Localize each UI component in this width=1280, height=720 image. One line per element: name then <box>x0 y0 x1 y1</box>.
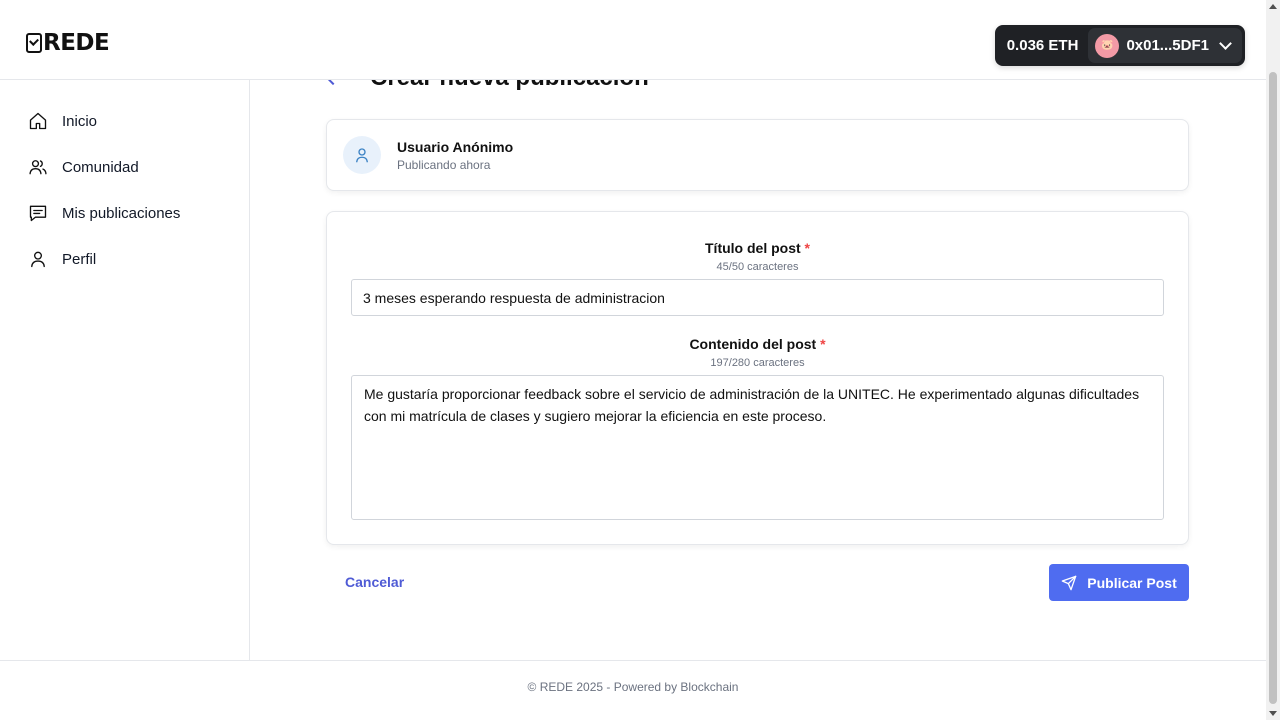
post-form: Título del post * 45/50 caracteres Conte… <box>326 211 1189 545</box>
sidebar-item-label: Inicio <box>62 112 98 130</box>
user-avatar-icon <box>343 136 381 174</box>
wallet-address: 0x01...5DF1 <box>1126 37 1209 54</box>
logo-icon <box>26 33 42 53</box>
required-mark: * <box>820 336 826 352</box>
sidebar-item-perfil[interactable]: Perfil <box>0 236 249 282</box>
footer-text: © REDE 2025 - Powered by Blockchain <box>527 680 739 694</box>
sidebar-item-label: Mis publicaciones <box>62 204 181 222</box>
publish-label: Publicar Post <box>1087 574 1177 591</box>
title-input[interactable] <box>351 279 1164 316</box>
content-label-text: Contenido del post <box>689 336 817 352</box>
top-header: REDE 0.036 ETH 🐷 0x01...5DF1 <box>0 0 1266 80</box>
scroll-thumb[interactable] <box>1269 72 1277 704</box>
sidebar-item-label: Perfil <box>62 250 97 268</box>
title-counter: 45/50 caracteres <box>716 261 799 273</box>
author-status: Publicando ahora <box>397 158 491 172</box>
pig-icon: 🐷 <box>1095 33 1120 58</box>
back-arrow-icon[interactable] <box>325 80 341 86</box>
author-card: Usuario Anónimo Publicando ahora <box>326 119 1189 191</box>
chevron-down-icon[interactable] <box>1219 37 1232 50</box>
footer: © REDE 2025 - Powered by Blockchain <box>0 660 1266 720</box>
brand-logo[interactable]: REDE <box>26 30 110 56</box>
scroll-up-icon[interactable] <box>1269 4 1277 9</box>
send-icon <box>1061 575 1077 590</box>
content-label: Contenido del post * <box>327 336 1188 352</box>
message-icon <box>29 205 47 222</box>
content-counter: 197/280 caracteres <box>710 357 805 369</box>
wallet-balance: 0.036 ETH <box>1006 37 1079 54</box>
sidebar-item-comunidad[interactable]: Comunidad <box>0 144 249 190</box>
content-textarea[interactable]: Me gustaría proporcionar feedback sobre … <box>351 375 1164 520</box>
cancel-button[interactable]: Cancelar <box>345 574 404 590</box>
publish-button[interactable]: Publicar Post <box>1049 564 1189 601</box>
sidebar-item-label: Comunidad <box>62 158 139 176</box>
author-name: Usuario Anónimo <box>397 139 514 155</box>
sidebar-item-mis-publicaciones[interactable]: Mis publicaciones <box>0 190 249 236</box>
wallet-widget[interactable]: 0.036 ETH 🐷 0x01...5DF1 <box>994 25 1245 66</box>
account-button[interactable]: 🐷 0x01...5DF1 <box>1088 28 1242 63</box>
scroll-down-icon[interactable] <box>1269 711 1277 716</box>
title-label-text: Título del post <box>705 240 801 256</box>
brand-name: REDE <box>43 30 110 56</box>
sidebar: Inicio Comunidad Mis publicaciones Perfi… <box>0 80 250 660</box>
user-icon <box>31 251 45 268</box>
main-content: Crear nueva publicación Usuario Anónimo … <box>250 80 1266 660</box>
page-scrollbar[interactable] <box>1266 0 1280 720</box>
sidebar-item-inicio[interactable]: Inicio <box>0 98 249 144</box>
home-icon <box>29 112 47 130</box>
page-title: Crear nueva publicación <box>370 80 649 92</box>
title-label: Título del post * <box>327 240 1188 256</box>
required-mark: * <box>804 240 810 256</box>
users-icon <box>29 160 47 175</box>
